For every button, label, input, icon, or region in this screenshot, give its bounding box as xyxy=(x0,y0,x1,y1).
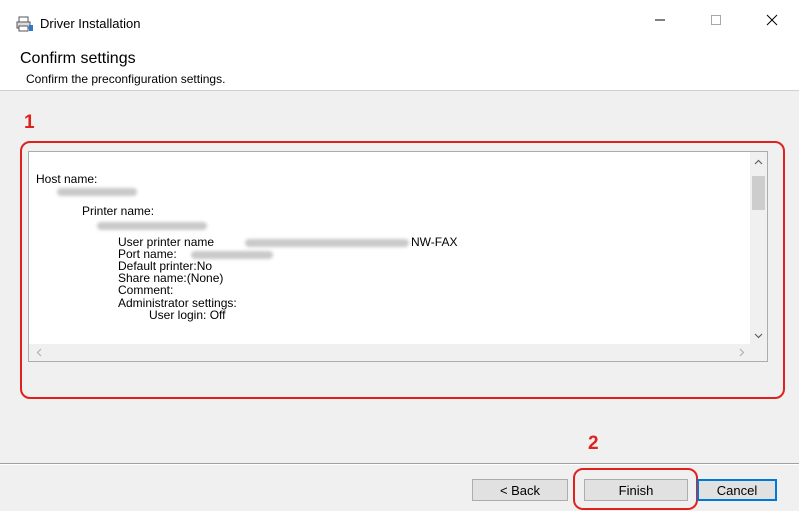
settings-content: Host name: Printer name: User printer na… xyxy=(29,152,752,346)
scroll-left-arrow-icon[interactable] xyxy=(29,344,49,361)
annotation-label-1: 1 xyxy=(24,112,35,133)
title-bar: Driver Installation xyxy=(0,0,799,46)
page-subtitle: Confirm the preconfiguration settings. xyxy=(26,72,226,86)
minimize-icon xyxy=(654,13,666,31)
scroll-right-arrow-icon[interactable] xyxy=(732,344,752,361)
redacted-user-printer-value xyxy=(245,239,409,247)
vertical-scrollbar[interactable] xyxy=(750,152,767,346)
redacted-port-value xyxy=(191,251,273,259)
close-icon xyxy=(766,13,778,31)
maximize-button[interactable] xyxy=(696,8,736,36)
scroll-up-arrow-icon[interactable] xyxy=(750,152,767,172)
page-header: Confirm settings Confirm the preconfigur… xyxy=(0,46,799,90)
minimize-button[interactable] xyxy=(640,8,680,36)
cancel-button[interactable]: Cancel xyxy=(697,479,777,501)
redacted-host-value xyxy=(57,188,137,196)
settings-line-user-login: User login: Off xyxy=(149,308,226,322)
settings-line-host-name: Host name: xyxy=(36,172,98,186)
annotation-label-2: 2 xyxy=(588,433,599,454)
vertical-scroll-thumb[interactable] xyxy=(752,176,765,210)
scroll-down-arrow-icon[interactable] xyxy=(750,326,767,346)
settings-line-nw-fax: NW-FAX xyxy=(411,235,458,249)
finish-button[interactable]: Finish xyxy=(584,479,688,501)
window-title: Driver Installation xyxy=(40,16,141,31)
footer-divider-highlight xyxy=(0,464,799,465)
settings-list-box[interactable]: Host name: Printer name: User printer na… xyxy=(28,151,768,362)
maximize-icon xyxy=(710,13,722,31)
settings-line-comment: Comment: xyxy=(118,283,174,297)
printer-app-icon xyxy=(16,16,34,32)
horizontal-scrollbar[interactable] xyxy=(29,344,752,361)
close-button[interactable] xyxy=(752,8,792,36)
header-divider xyxy=(0,90,799,91)
back-button[interactable]: < Back xyxy=(472,479,568,501)
page-title: Confirm settings xyxy=(20,50,136,67)
scrollbar-corner xyxy=(750,344,767,361)
settings-line-printer-name: Printer name: xyxy=(82,204,155,218)
redacted-printer-value xyxy=(97,222,207,230)
